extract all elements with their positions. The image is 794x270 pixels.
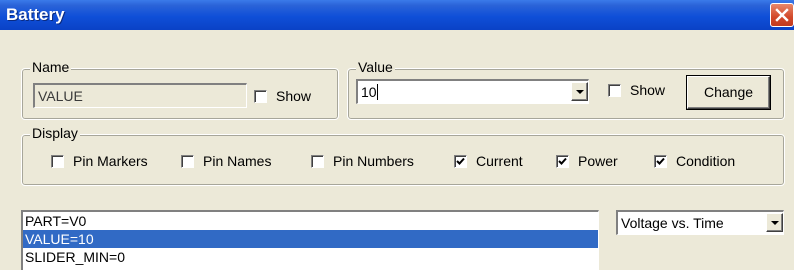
checkmark-icon <box>558 157 567 165</box>
plot-type-select[interactable]: Voltage vs. Time <box>616 210 784 235</box>
plot-type-dropdown-button[interactable] <box>766 213 783 232</box>
pin-numbers-label: Pin Numbers <box>333 153 414 169</box>
pin-markers-checkbox[interactable] <box>51 155 64 168</box>
value-dropdown-button[interactable] <box>571 82 588 101</box>
pin-numbers-checkbox[interactable] <box>311 155 324 168</box>
value-combobox[interactable]: 10 <box>356 79 589 104</box>
list-item-selected[interactable]: VALUE=10 <box>23 230 598 248</box>
current-checkbox[interactable] <box>454 155 467 168</box>
name-field: VALUE <box>33 83 247 108</box>
power-label: Power <box>578 153 618 169</box>
name-group-legend: Name <box>30 59 72 75</box>
list-item[interactable]: SLIDER_MIN=0 <box>23 248 598 266</box>
chevron-down-icon <box>771 221 779 225</box>
list-item[interactable]: PART=V0 <box>23 212 598 230</box>
checkmark-icon <box>656 157 665 165</box>
value-show-checkbox[interactable] <box>608 84 621 97</box>
close-x-icon <box>775 8 789 22</box>
close-button[interactable] <box>770 3 794 27</box>
change-button[interactable]: Change <box>687 76 770 109</box>
pin-names-label: Pin Names <box>203 153 272 169</box>
pin-markers-label: Pin Markers <box>73 153 148 169</box>
name-show-label: Show <box>276 88 312 104</box>
pin-names-checkbox[interactable] <box>181 155 194 168</box>
window-title: Battery <box>6 5 65 24</box>
power-checkbox[interactable] <box>556 155 569 168</box>
condition-label: Condition <box>676 153 736 169</box>
title-bar[interactable]: Battery <box>0 0 794 30</box>
value-input[interactable]: 10 <box>361 84 377 100</box>
condition-checkbox[interactable] <box>654 155 667 168</box>
value-group-legend: Value <box>356 59 395 75</box>
chevron-down-icon <box>576 90 584 94</box>
text-caret <box>376 84 378 100</box>
value-show-label: Show <box>630 82 666 98</box>
plot-type-value: Voltage vs. Time <box>621 215 724 231</box>
display-group-legend: Display <box>30 125 80 141</box>
name-show-checkbox[interactable] <box>254 90 267 103</box>
checkmark-icon <box>456 157 465 165</box>
current-label: Current <box>476 153 523 169</box>
attribute-list[interactable]: PART=V0 VALUE=10 SLIDER_MIN=0 <box>21 210 599 270</box>
